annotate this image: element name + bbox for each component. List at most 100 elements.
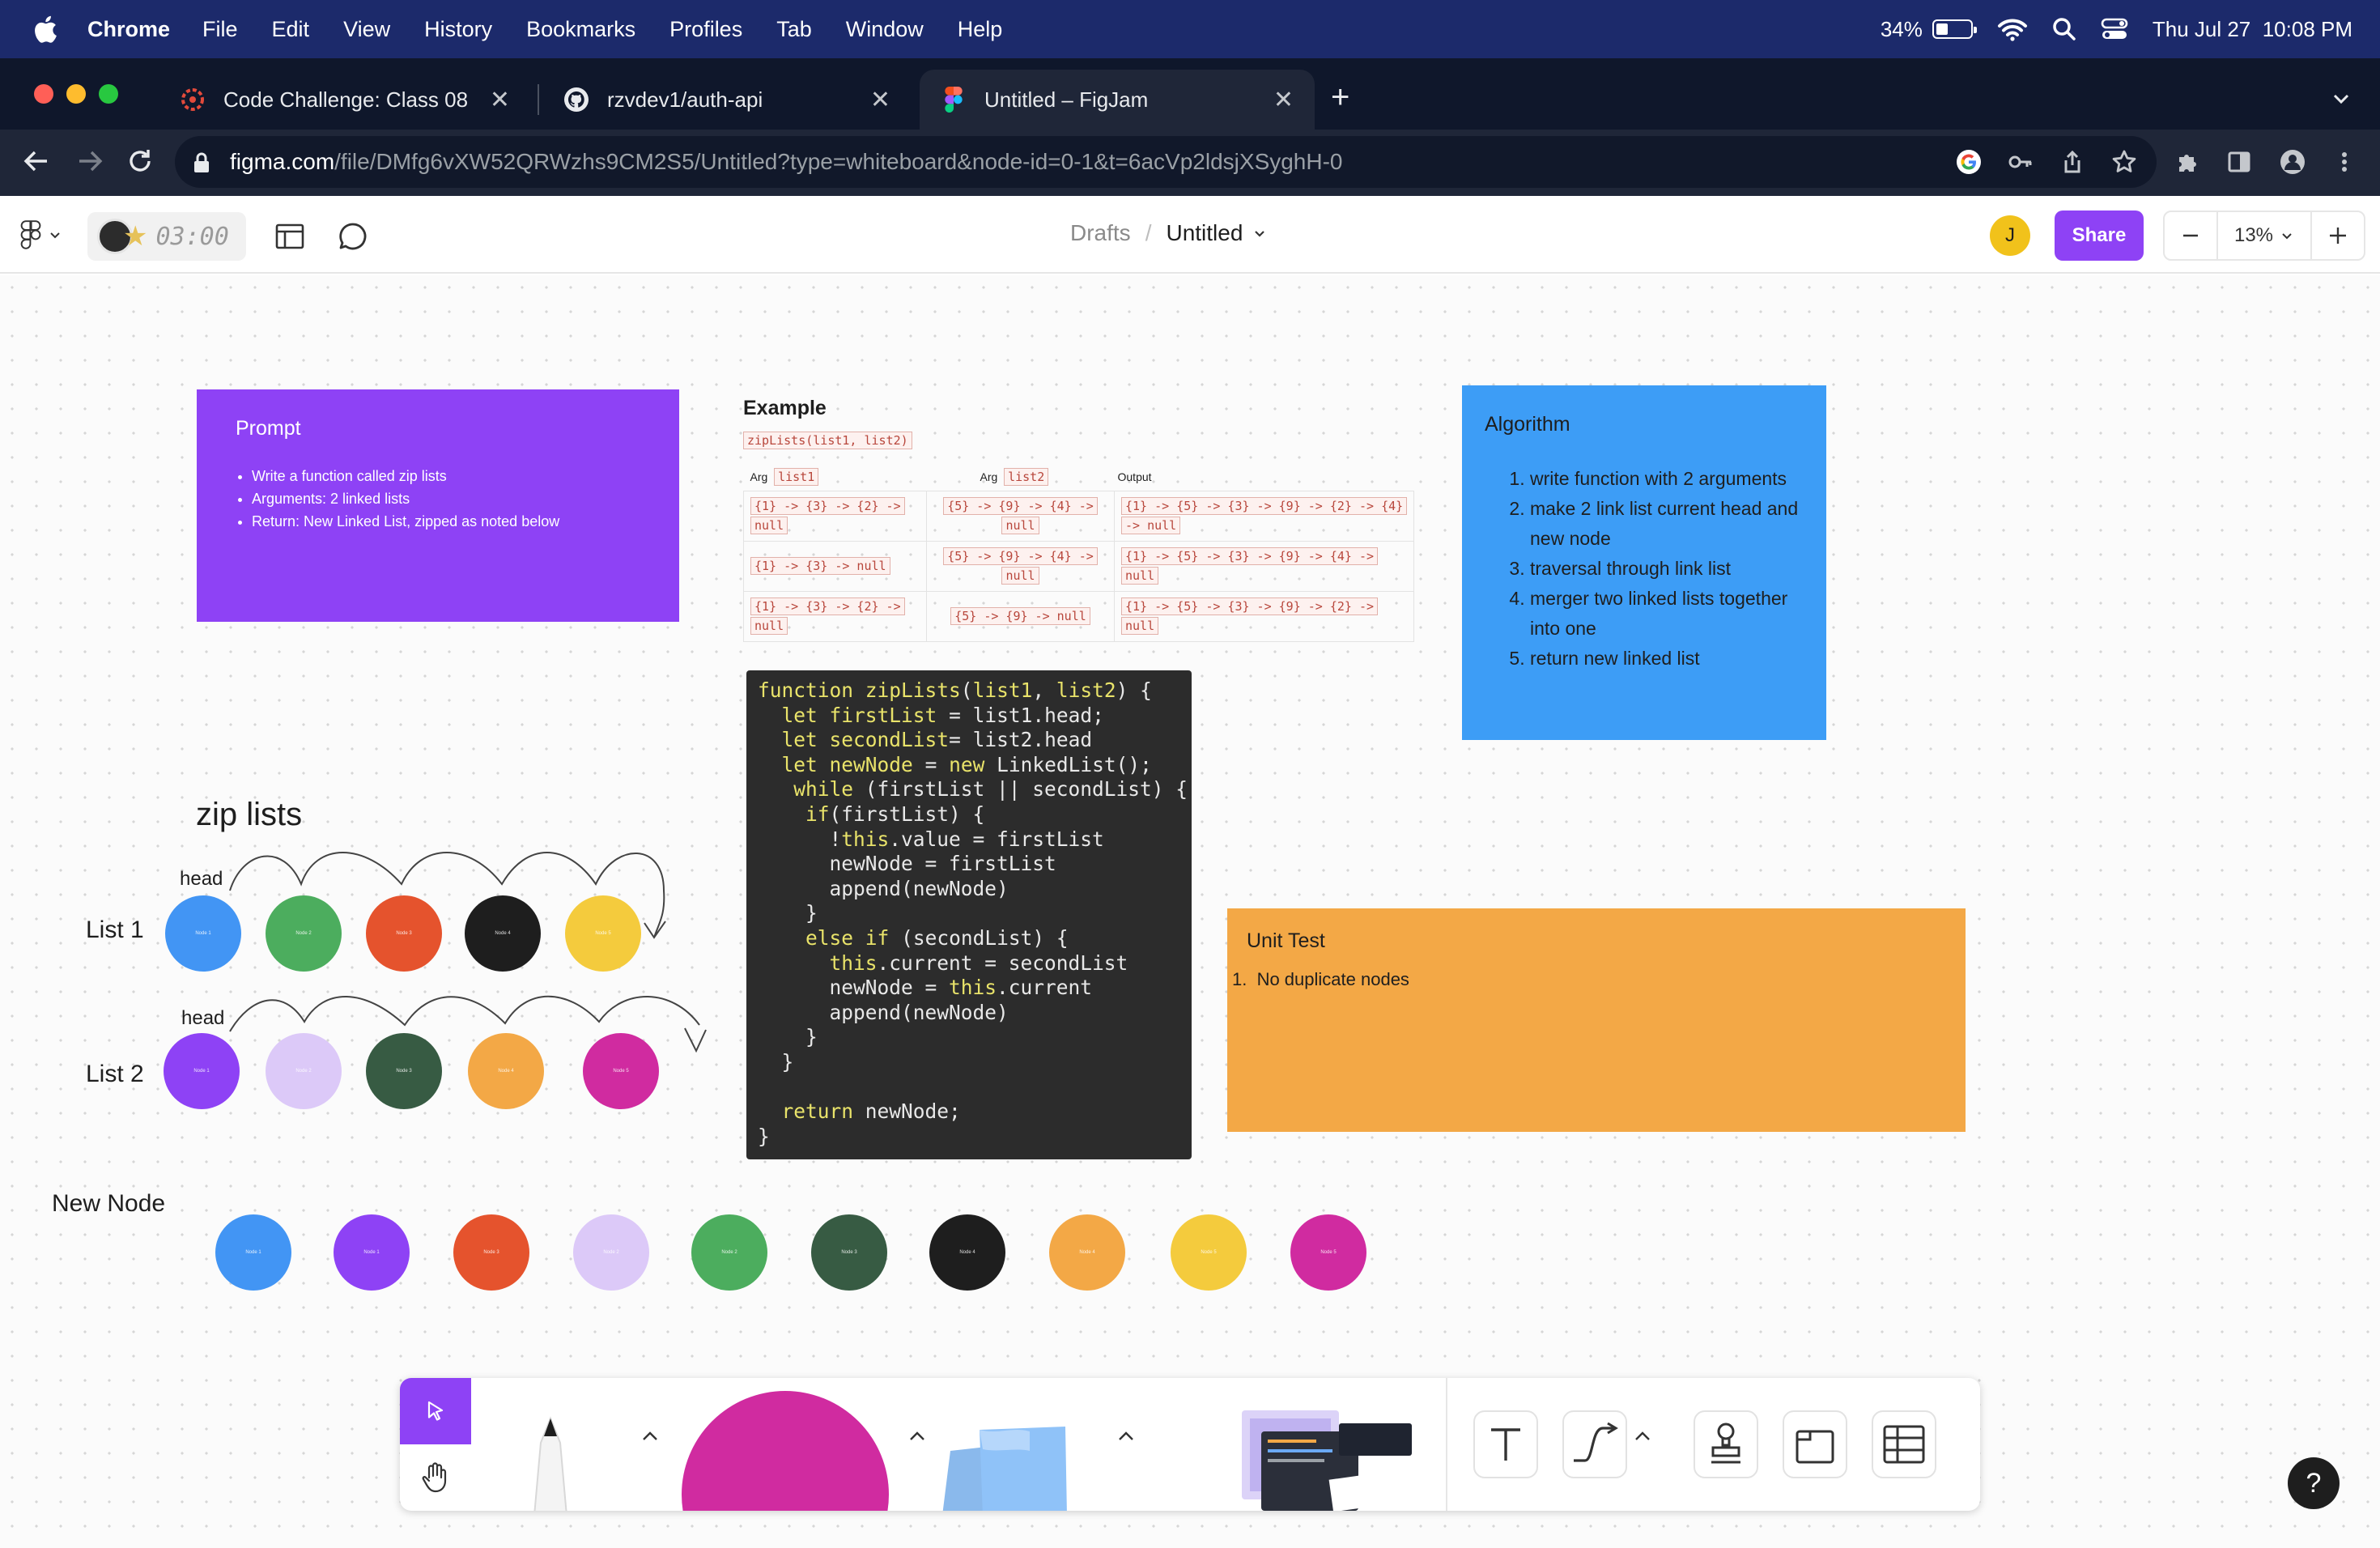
new-node-item[interactable]: Node 5 (1171, 1214, 1247, 1291)
list1-node[interactable]: Node 4 (465, 895, 541, 972)
example-table[interactable]: Arg list1 Arg list2 Output {1} -> {3} ->… (743, 468, 1415, 642)
example-section[interactable]: Example zipLists(list1, list2) (743, 397, 1415, 449)
list2-node[interactable]: Node 1 (164, 1033, 240, 1109)
marker-tool-icon[interactable] (510, 1402, 591, 1511)
menu-app-chrome[interactable]: Chrome (87, 17, 170, 42)
close-tab-icon[interactable]: ✕ (490, 86, 510, 114)
menu-tab[interactable]: Tab (776, 17, 812, 42)
close-tab-icon[interactable]: ✕ (870, 86, 890, 114)
extensions-puzzle-icon[interactable] (2174, 149, 2200, 175)
list2-node[interactable]: Node 5 (583, 1033, 659, 1109)
timer-widget[interactable]: ★ 03:00 (87, 212, 246, 261)
window-zoom-button[interactable] (99, 84, 118, 104)
google-lens-icon[interactable] (1956, 149, 1982, 175)
section-tool-button[interactable] (1783, 1410, 1847, 1478)
shape-tool-icon[interactable] (682, 1391, 889, 1511)
menu-history[interactable]: History (424, 17, 492, 42)
table-tool-button[interactable] (1872, 1410, 1936, 1478)
menu-profiles[interactable]: Profiles (669, 17, 742, 42)
menu-bookmarks[interactable]: Bookmarks (526, 17, 635, 42)
list1-node[interactable]: Node 5 (565, 895, 641, 972)
text-tool-button[interactable] (1473, 1410, 1538, 1478)
new-node-item[interactable]: Node 1 (334, 1214, 410, 1291)
battery-icon[interactable] (1932, 19, 1977, 39)
control-center-icon[interactable] (2101, 17, 2128, 41)
new-node-item[interactable]: Node 4 (1049, 1214, 1125, 1291)
stamp-tool-button[interactable] (1694, 1410, 1758, 1478)
new-node-item[interactable]: Node 2 (573, 1214, 649, 1291)
templates-tool-icon[interactable] (1242, 1407, 1412, 1511)
spotlight-search-icon[interactable] (2052, 17, 2076, 41)
share-page-icon[interactable] (2059, 149, 2085, 175)
marker-options-chevron-icon[interactable] (641, 1430, 659, 1441)
list1-node[interactable]: Node 1 (165, 895, 241, 972)
new-node-label[interactable]: New Node (52, 1190, 165, 1218)
forward-arrow-icon[interactable] (73, 144, 107, 178)
new-node-item[interactable]: Node 3 (811, 1214, 887, 1291)
list1-node[interactable]: Node 2 (266, 895, 342, 972)
bookmark-star-icon[interactable] (2111, 149, 2137, 175)
more-menu-icon[interactable] (2331, 149, 2357, 175)
address-bar[interactable]: figma.com/file/DMfg6vXW52QRWzhs9CM2S5/Un… (175, 136, 2157, 188)
comment-icon[interactable] (337, 220, 369, 253)
password-key-icon[interactable] (2008, 149, 2034, 175)
list2-node[interactable]: Node 2 (266, 1033, 342, 1109)
hand-tool-button[interactable] (400, 1444, 471, 1511)
window-close-button[interactable] (34, 84, 53, 104)
breadcrumb-drafts[interactable]: Drafts (1070, 220, 1131, 246)
breadcrumb-separator: / (1145, 220, 1152, 245)
menu-window[interactable]: Window (846, 17, 924, 42)
new-node-item[interactable]: Node 3 (453, 1214, 529, 1291)
close-tab-icon[interactable]: ✕ (1273, 86, 1294, 114)
menu-clock[interactable]: Thu Jul 27 10:08 PM (2153, 17, 2352, 42)
chevron-down-icon[interactable] (1251, 224, 1269, 242)
secure-lock-icon[interactable] (193, 152, 210, 173)
new-node-item[interactable]: Node 4 (929, 1214, 1005, 1291)
reload-icon[interactable] (123, 144, 157, 178)
tab-code-challenge[interactable]: Code Challenge: Class 08 ✕ (159, 70, 531, 130)
list2-node[interactable]: Node 4 (468, 1033, 544, 1109)
shape-options-chevron-icon[interactable] (908, 1430, 926, 1441)
new-node-item[interactable]: Node 2 (691, 1214, 767, 1291)
layout-panel-icon[interactable] (274, 220, 306, 253)
new-tab-button[interactable]: + (1331, 81, 1349, 113)
code-block[interactable]: function zipLists(list1, list2) { let fi… (746, 670, 1192, 1159)
chevron-down-icon (50, 232, 60, 239)
help-button[interactable]: ? (2288, 1457, 2340, 1509)
back-arrow-icon[interactable] (19, 144, 53, 178)
tab-auth-api[interactable]: rzvdev1/auth-api ✕ (542, 70, 912, 130)
side-panel-icon[interactable] (2226, 149, 2252, 175)
wifi-icon[interactable] (1997, 17, 2028, 41)
whiteboard-canvas[interactable]: Prompt Write a function called zip lists… (0, 275, 2380, 1548)
user-avatar[interactable]: J (1990, 215, 2030, 256)
window-minimize-button[interactable] (66, 84, 86, 104)
move-tool-button[interactable] (400, 1378, 471, 1444)
connector-tool-button[interactable] (1562, 1410, 1627, 1478)
menu-help[interactable]: Help (958, 17, 1003, 42)
connector-options-chevron-icon[interactable] (1634, 1430, 1651, 1441)
sticky-note-tool-icon[interactable] (934, 1402, 1096, 1511)
unit-test-sticky-note[interactable]: Unit Test 1. No duplicate nodes (1227, 908, 1966, 1132)
zoom-level-dropdown[interactable]: 13% (2216, 212, 2312, 259)
list1-pointer-arrows[interactable] (0, 275, 729, 1166)
apple-icon[interactable] (31, 14, 58, 45)
tab-figjam[interactable]: Untitled – FigJam ✕ (920, 70, 1315, 130)
menu-view[interactable]: View (343, 17, 390, 42)
file-title[interactable]: Untitled (1166, 220, 1243, 246)
list2-node[interactable]: Node 3 (366, 1033, 442, 1109)
tab-search-chevron-icon[interactable] (2330, 87, 2352, 110)
zoom-out-button[interactable] (2165, 212, 2216, 259)
table-cell: {5} -> {9} -> {4} -> (943, 496, 1098, 515)
menu-edit[interactable]: Edit (272, 17, 310, 42)
zoom-in-button[interactable] (2312, 212, 2364, 259)
node-label: Node 5 (1201, 1250, 1217, 1255)
menu-file[interactable]: File (202, 17, 238, 42)
new-node-item[interactable]: Node 1 (215, 1214, 291, 1291)
share-button[interactable]: Share (2055, 211, 2144, 261)
new-node-item[interactable]: Node 5 (1290, 1214, 1366, 1291)
main-menu-button[interactable] (19, 220, 63, 249)
profile-icon[interactable] (2280, 149, 2306, 175)
sticky-options-chevron-icon[interactable] (1117, 1430, 1135, 1441)
list1-node[interactable]: Node 3 (366, 895, 442, 972)
algorithm-sticky-note[interactable]: Algorithm write function with 2 argument… (1462, 385, 1826, 740)
